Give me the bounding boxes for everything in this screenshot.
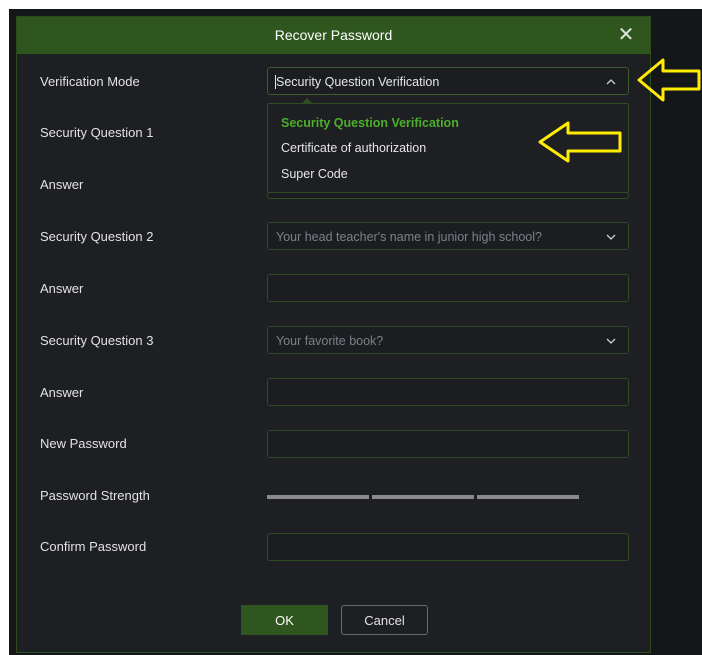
answer-2-label: Answer — [40, 281, 84, 296]
security-question-2-value: Your head teacher's name in junior high … — [276, 230, 542, 244]
security-question-3-value: Your favorite book? — [276, 334, 384, 348]
dialog-title: Recover Password — [274, 27, 393, 43]
security-question-1-label: Security Question 1 — [40, 125, 154, 140]
dialog-titlebar: Recover Password ✕ — [17, 17, 650, 54]
security-question-2-select[interactable]: Your head teacher's name in junior high … — [267, 222, 629, 250]
cancel-button[interactable]: Cancel — [341, 605, 428, 635]
answer-3-label: Answer — [40, 385, 84, 400]
chevron-up-icon — [606, 68, 620, 96]
annotation-arrow-icon — [538, 121, 622, 163]
answer-2-input[interactable] — [267, 274, 629, 302]
verification-mode-label: Verification Mode — [40, 74, 140, 89]
strength-bar-strong — [477, 495, 579, 499]
security-question-3-select[interactable]: Your favorite book? — [267, 326, 629, 354]
new-password-label: New Password — [40, 436, 127, 451]
chevron-down-icon — [606, 327, 620, 355]
close-icon[interactable]: ✕ — [612, 21, 640, 49]
answer-1-label: Answer — [40, 177, 84, 192]
password-strength-label: Password Strength — [40, 488, 150, 503]
strength-bar-medium — [372, 495, 474, 499]
ok-button[interactable]: OK — [241, 605, 328, 635]
dropdown-option-certificate[interactable]: Certificate of authorization — [281, 141, 426, 155]
strength-bar-weak — [267, 495, 369, 499]
annotation-arrow-icon — [637, 58, 701, 102]
confirm-password-input[interactable] — [267, 533, 629, 561]
chevron-down-icon — [606, 223, 620, 251]
security-question-2-label: Security Question 2 — [40, 229, 154, 244]
new-password-input[interactable] — [267, 430, 629, 458]
dropdown-notch — [301, 98, 313, 104]
recover-password-dialog: Recover Password ✕ Verification Mode Sec… — [16, 16, 651, 653]
verification-mode-select[interactable]: Security Question Verification — [267, 67, 629, 95]
dropdown-option-super-code[interactable]: Super Code — [281, 167, 348, 181]
security-question-3-label: Security Question 3 — [40, 333, 154, 348]
dropdown-option-security-question[interactable]: Security Question Verification — [281, 116, 459, 130]
confirm-password-label: Confirm Password — [40, 539, 147, 554]
verification-mode-value: Security Question Verification — [276, 75, 440, 89]
answer-3-input[interactable] — [267, 378, 629, 406]
